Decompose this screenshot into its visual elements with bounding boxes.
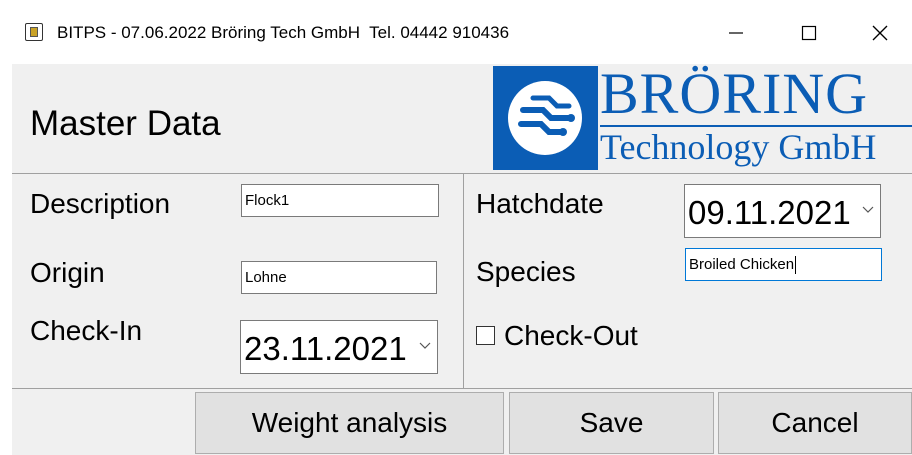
species-field[interactable]: Broiled Chicken (685, 248, 882, 281)
close-button[interactable] (857, 12, 903, 54)
minimize-button[interactable] (713, 12, 759, 54)
check-in-datepicker[interactable]: 23.11.2021 (240, 320, 438, 374)
text-caret (795, 256, 797, 275)
hatchdate-date-value: 09.11.2021 (688, 194, 851, 231)
hatchdate-label: Hatchdate (476, 188, 604, 219)
origin-field[interactable]: Lohne (241, 261, 437, 294)
close-icon (872, 25, 888, 41)
logo-subtitle: Technology GmbH (600, 125, 912, 167)
description-label: Description (30, 188, 171, 219)
cancel-button[interactable]: Cancel (718, 392, 912, 454)
origin-label: Origin (30, 257, 105, 288)
page-title: Master Data (30, 104, 221, 143)
hatchdate-datepicker[interactable]: 09.11.2021 (684, 184, 881, 238)
minimize-icon (729, 32, 743, 34)
description-field[interactable]: Flock1 (241, 184, 439, 217)
check-out-checkbox[interactable] (476, 326, 495, 345)
app-icon[interactable] (25, 23, 43, 41)
save-button[interactable]: Save (509, 392, 714, 454)
title-bar[interactable]: BITPS - 07.06.2022 Bröring Tech GmbH Tel… (0, 0, 912, 64)
company-logo: BRÖRING Technology GmbH (493, 62, 912, 170)
weight-analysis-button[interactable]: Weight analysis (195, 392, 504, 454)
maximize-icon (801, 25, 817, 41)
chevron-down-icon[interactable] (419, 342, 431, 350)
check-in-date-value: 23.11.2021 (244, 330, 407, 367)
check-out-label[interactable]: Check-Out (504, 320, 638, 352)
maximize-button[interactable] (786, 12, 832, 54)
logo-wordmark: BRÖRING (600, 61, 869, 126)
species-value: Broiled Chicken (689, 256, 795, 273)
species-label: Species (476, 256, 576, 287)
logo-emblem-icon (493, 66, 598, 170)
check-in-label: Check-In (30, 315, 143, 346)
chevron-down-icon[interactable] (862, 206, 874, 214)
window-title: BITPS - 07.06.2022 Bröring Tech GmbH Tel… (57, 23, 510, 42)
